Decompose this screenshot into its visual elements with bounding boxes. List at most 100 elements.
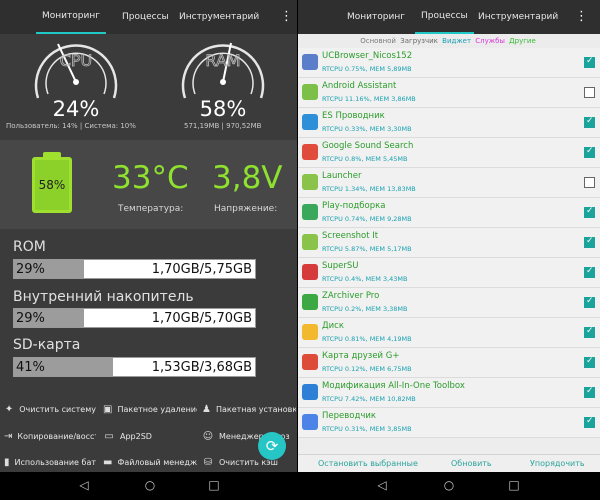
process-row[interactable]: ES Проводник RTCPU 0.33%, MEM 3,30MB bbox=[298, 108, 600, 138]
storage-rom-title: ROM bbox=[13, 239, 46, 255]
app-icon bbox=[302, 84, 318, 100]
cpu-gauge-label: CPU bbox=[60, 51, 93, 70]
tool-backup-restore[interactable]: ⇥ Копирование/восст bbox=[4, 431, 96, 442]
process-row[interactable]: Карта друзей G+ RTCPU 0.12%, MEM 6,75MB bbox=[298, 348, 600, 378]
process-checkbox[interactable] bbox=[584, 87, 595, 98]
process-stats: RTCPU 0.31%, MEM 3,85MB bbox=[322, 425, 412, 433]
home-icon[interactable]: ○ bbox=[142, 478, 158, 492]
process-stats: RTCPU 0.12%, MEM 6,75MB bbox=[322, 365, 412, 373]
recent-apps-icon[interactable]: □ bbox=[206, 478, 222, 492]
overflow-menu-icon[interactable]: ⋮ bbox=[280, 9, 293, 24]
app-icon bbox=[302, 144, 318, 160]
process-row[interactable]: ZArchiver Pro RTCPU 0.2%, MEM 3,38MB bbox=[298, 288, 600, 318]
process-stats: RTCPU 1.34%, MEM 13,83MB bbox=[322, 185, 416, 193]
back-icon[interactable]: ◁ bbox=[374, 478, 390, 492]
storage-internal-percent: 29% bbox=[16, 311, 45, 326]
tool-batch-uninstall[interactable]: ▣ Пакетное удаление bbox=[103, 404, 197, 415]
process-checkbox[interactable] bbox=[584, 356, 595, 368]
tab-bar: Мониторинг Процессы Инструментарий ⋮ bbox=[0, 0, 297, 34]
tab-monitoring[interactable]: Мониторинг bbox=[36, 0, 106, 34]
process-row[interactable]: Launcher RTCPU 1.34%, MEM 13,83MB bbox=[298, 168, 600, 198]
filter-main[interactable]: Основной bbox=[360, 37, 396, 45]
tab-tools[interactable]: Инструментарий bbox=[478, 0, 558, 34]
battery-small-icon: ▮ bbox=[4, 457, 10, 468]
filter-widget[interactable]: Виджет bbox=[442, 37, 471, 45]
back-icon[interactable]: ◁ bbox=[76, 478, 92, 492]
process-name: Play-подборка bbox=[322, 201, 386, 211]
sd-icon: ▭ bbox=[104, 431, 114, 442]
cpu-gauge: CPU bbox=[34, 43, 118, 99]
filter-other[interactable]: Другие bbox=[509, 37, 536, 45]
storage-sd-size: 1,53GB/3,68GB bbox=[151, 360, 252, 375]
storage-rom-bar: 29% 1,70GB/5,75GB bbox=[13, 259, 256, 279]
refresh-icon: ⟳ bbox=[265, 437, 279, 455]
process-row[interactable]: Переводчик RTCPU 0.31%, MEM 3,85MB bbox=[298, 408, 600, 438]
tool-label: Пакетная установка bbox=[215, 405, 296, 414]
process-stats: RTCPU 11.16%, MEM 3,86MB bbox=[322, 95, 416, 103]
app-icon bbox=[302, 354, 318, 370]
app-icon bbox=[302, 324, 318, 340]
battery-percent: 58% bbox=[38, 178, 66, 192]
app-icon bbox=[302, 384, 318, 400]
tab-processes[interactable]: Процессы bbox=[415, 0, 474, 34]
process-checkbox[interactable] bbox=[584, 236, 595, 248]
tool-clean-system[interactable]: ✦ Очистить систему bbox=[4, 404, 96, 415]
filter-loader[interactable]: Загрузчик bbox=[400, 37, 438, 45]
storage-internal-title: Внутренний накопитель bbox=[13, 289, 194, 305]
home-icon[interactable]: ○ bbox=[441, 478, 457, 492]
process-checkbox[interactable] bbox=[584, 56, 595, 68]
process-row[interactable]: Play-подборка RTCPU 0.74%, MEM 9,28MB bbox=[298, 198, 600, 228]
process-row[interactable]: Модификация All-In-One Toolbox RTCPU 7.42… bbox=[298, 378, 600, 408]
process-row[interactable]: Диск RTCPU 0.81%, MEM 4,19MB bbox=[298, 318, 600, 348]
process-checkbox[interactable] bbox=[584, 326, 595, 338]
ram-percent: 58% bbox=[199, 97, 247, 121]
tool-clear-cache[interactable]: ⛁ Очистить кэш bbox=[202, 457, 296, 468]
tab-tools[interactable]: Инструментарий bbox=[179, 0, 259, 34]
cache-icon: ⛁ bbox=[203, 457, 213, 468]
process-stats: RTCPU 0.74%, MEM 9,28MB bbox=[322, 215, 412, 223]
process-checkbox[interactable] bbox=[584, 266, 595, 278]
tool-battery-usage[interactable]: ▮ Использование бат bbox=[4, 457, 96, 468]
process-checkbox[interactable] bbox=[584, 296, 595, 308]
stop-selected-button[interactable]: Остановить выбранные bbox=[318, 459, 418, 468]
process-row[interactable]: Google Sound Search RTCPU 0.8%, MEM 5,45M… bbox=[298, 138, 600, 168]
process-stats: RTCPU 0.33%, MEM 3,30MB bbox=[322, 125, 412, 133]
tab-monitoring[interactable]: Мониторинг bbox=[347, 0, 405, 34]
filter-services[interactable]: Службы bbox=[475, 37, 505, 45]
process-checkbox[interactable] bbox=[584, 416, 595, 428]
temperature-value: 33°C bbox=[112, 160, 189, 196]
app-icon bbox=[302, 414, 318, 430]
nav-bar-left: ◁ ○ □ bbox=[0, 472, 297, 500]
tool-file-manager[interactable]: ▬ Файловый менедж bbox=[103, 457, 197, 468]
process-name: Карта друзей G+ bbox=[322, 351, 400, 361]
storage-rom-size: 1,70GB/5,75GB bbox=[151, 262, 252, 277]
storage-rom-percent: 29% bbox=[16, 262, 45, 277]
tab-bar: Мониторинг Процессы Инструментарий ⋮ bbox=[298, 0, 600, 34]
overflow-menu-icon[interactable]: ⋮ bbox=[575, 9, 588, 24]
process-stats: RTCPU 0.75%, MEM 5,89MB bbox=[322, 65, 412, 73]
processes-pane: Мониторинг Процессы Инструментарий ⋮ Осн… bbox=[298, 0, 600, 472]
process-row[interactable]: Android Assistant RTCPU 11.16%, MEM 3,86M… bbox=[298, 78, 600, 108]
monitor-pane: Мониторинг Процессы Инструментарий ⋮ CPU… bbox=[0, 0, 297, 472]
tool-app2sd[interactable]: ▭ App2SD bbox=[103, 431, 197, 442]
refresh-fab-button[interactable]: ⟳ bbox=[258, 432, 286, 460]
tab-processes[interactable]: Процессы bbox=[122, 0, 169, 34]
process-row[interactable]: UCBrowser_Nicos152 RTCPU 0.75%, MEM 5,89M… bbox=[298, 48, 600, 78]
process-checkbox[interactable] bbox=[584, 116, 595, 128]
process-stats: RTCPU 7.42%, MEM 10,82MB bbox=[322, 395, 416, 403]
process-stats: RTCPU 0.8%, MEM 5,45MB bbox=[322, 155, 408, 163]
process-checkbox[interactable] bbox=[584, 206, 595, 218]
recent-apps-icon[interactable]: □ bbox=[506, 478, 522, 492]
storage-sd-title: SD-карта bbox=[13, 337, 81, 353]
sort-button[interactable]: Упорядочить bbox=[530, 459, 585, 468]
process-actions-bar: Остановить выбранные Обновить Упорядочит… bbox=[298, 454, 600, 472]
tool-batch-install[interactable]: ♟ Пакетная установка bbox=[202, 404, 296, 415]
process-checkbox[interactable] bbox=[584, 177, 595, 188]
process-row[interactable]: Screenshot It RTCPU 5.87%, MEM 5,17MB bbox=[298, 228, 600, 258]
process-checkbox[interactable] bbox=[584, 146, 595, 158]
process-stats: RTCPU 0.4%, MEM 3,43MB bbox=[322, 275, 408, 283]
process-row[interactable]: SuperSU RTCPU 0.4%, MEM 3,43MB bbox=[298, 258, 600, 288]
tool-label: Использование бат bbox=[14, 458, 96, 467]
refresh-button[interactable]: Обновить bbox=[451, 459, 492, 468]
process-checkbox[interactable] bbox=[584, 386, 595, 398]
